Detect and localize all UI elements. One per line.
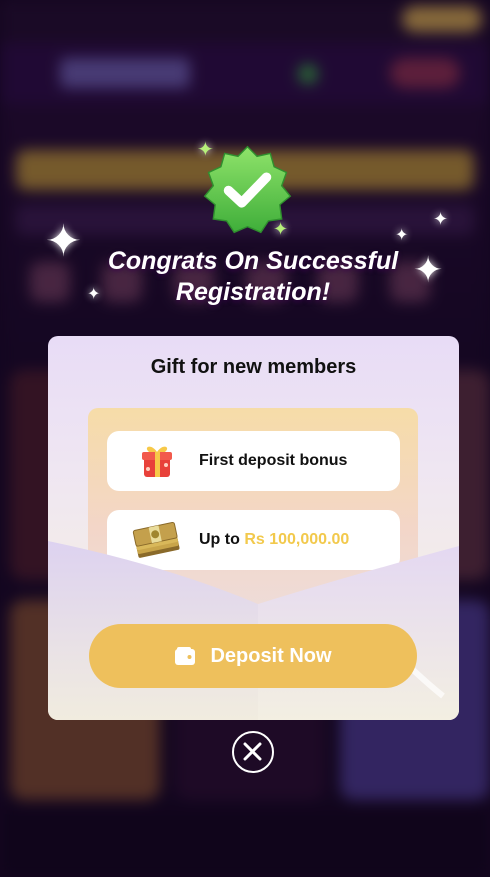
gift-card: Gift for new members First deposit bonus	[48, 336, 459, 720]
close-icon	[243, 742, 262, 761]
success-headline: Congrats On Successful Registration!	[60, 246, 446, 308]
sparkle-icon: ✦	[395, 227, 409, 244]
deposit-now-button[interactable]: Deposit Now	[89, 624, 417, 688]
wallet-icon	[175, 647, 196, 665]
sparkle-icon: ✦	[433, 209, 449, 229]
check-badge-icon	[203, 145, 292, 234]
headline-line-2: Registration!	[175, 278, 331, 306]
close-button[interactable]	[232, 731, 274, 773]
deposit-now-label: Deposit Now	[210, 644, 332, 667]
headline-line-1: Congrats On Successful	[107, 247, 399, 275]
